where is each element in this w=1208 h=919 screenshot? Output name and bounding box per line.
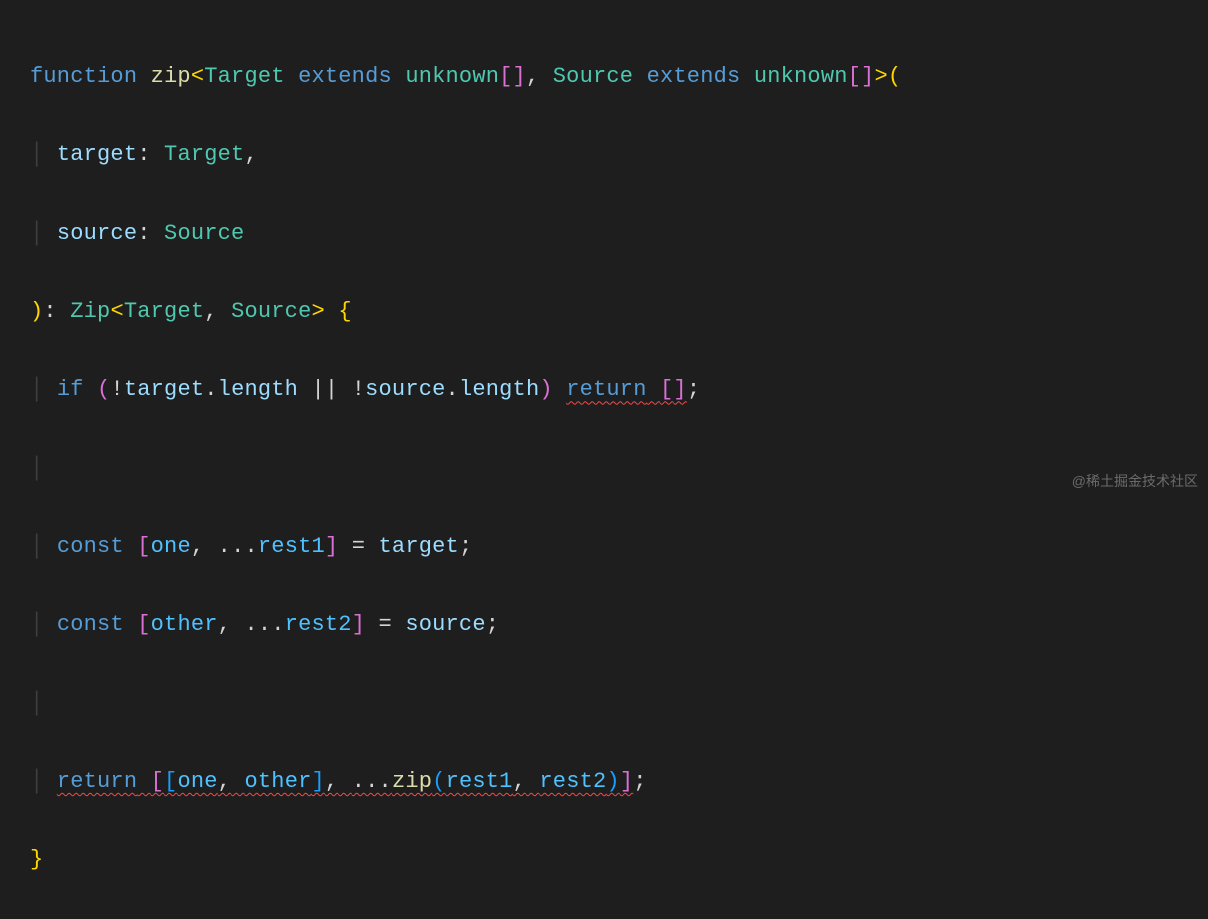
indent-guide: │ [30,612,43,637]
keyword-extends: extends [298,64,392,89]
error-squiggle: return [[one, other], ...zip(rest1, rest… [57,769,633,794]
paren-close: ) [30,299,43,324]
paren-close: ) [539,377,552,402]
code-line-8: │ const [other, ...rest2] = source; [30,605,1178,644]
param-source: source [57,221,137,246]
code-editor-content: function zip<Target extends unknown[], S… [30,18,1178,919]
var-rest2: rest2 [539,769,606,794]
brackets: [] [848,64,875,89]
var-target: target [379,534,459,559]
var-rest1: rest1 [446,769,513,794]
code-line-11: } [30,840,1178,879]
keyword-extends: extends [647,64,741,89]
brace-close: } [30,847,43,872]
type-unknown: unknown [405,64,499,89]
keyword-const: const [57,534,124,559]
indent-guide: │ [30,142,43,167]
var-source: source [405,612,485,637]
prop-length: length [218,377,298,402]
var-other: other [244,769,311,794]
var-rest2: rest2 [285,612,352,637]
code-line-6: │ [30,449,1178,488]
var-rest1: rest1 [258,534,325,559]
var-other: other [151,612,218,637]
var-one: one [177,769,217,794]
paren-open: ( [97,377,110,402]
type-target: Target [124,299,204,324]
function-name: zip [151,64,191,89]
paren-open: ( [888,64,901,89]
keyword-const: const [57,612,124,637]
keyword-if: if [57,377,84,402]
type-unknown: unknown [754,64,848,89]
type-source: Source [164,221,244,246]
brackets: [] [499,64,526,89]
var-target: target [124,377,204,402]
prop-length: length [459,377,539,402]
angle-open: < [191,64,204,89]
param-target: target [57,142,137,167]
fn-call-zip: zip [392,769,432,794]
code-line-9: │ [30,684,1178,723]
indent-guide: │ [30,691,43,716]
code-line-10: │ return [[one, other], ...zip(rest1, re… [30,762,1178,801]
watermark-text: @稀土掘金技术社区 [1072,469,1198,494]
keyword-return: return [57,769,137,794]
code-line-1: function zip<Target extends unknown[], S… [30,57,1178,96]
angle-close: > [312,299,325,324]
var-source: source [365,377,445,402]
type-zip: Zip [70,299,110,324]
comma: , [526,64,539,89]
code-line-3: │ source: Source [30,214,1178,253]
keyword-return: return [566,377,646,402]
brace-open: { [338,299,351,324]
code-line-4: ): Zip<Target, Source> { [30,292,1178,331]
indent-guide: │ [30,221,43,246]
keyword-function: function [30,64,137,89]
code-line-7: │ const [one, ...rest1] = target; [30,527,1178,566]
angle-close: > [874,64,887,89]
type-target: Target [204,64,284,89]
type-target: Target [164,142,244,167]
type-source: Source [553,64,633,89]
code-line-5: │ if (!target.length || !source.length) … [30,370,1178,409]
error-squiggle: return [] [566,377,687,402]
var-one: one [151,534,191,559]
indent-guide: │ [30,769,43,794]
code-line-2: │ target: Target, [30,135,1178,174]
type-source: Source [231,299,311,324]
indent-guide: │ [30,377,43,402]
angle-open: < [110,299,123,324]
indent-guide: │ [30,456,43,481]
indent-guide: │ [30,534,43,559]
